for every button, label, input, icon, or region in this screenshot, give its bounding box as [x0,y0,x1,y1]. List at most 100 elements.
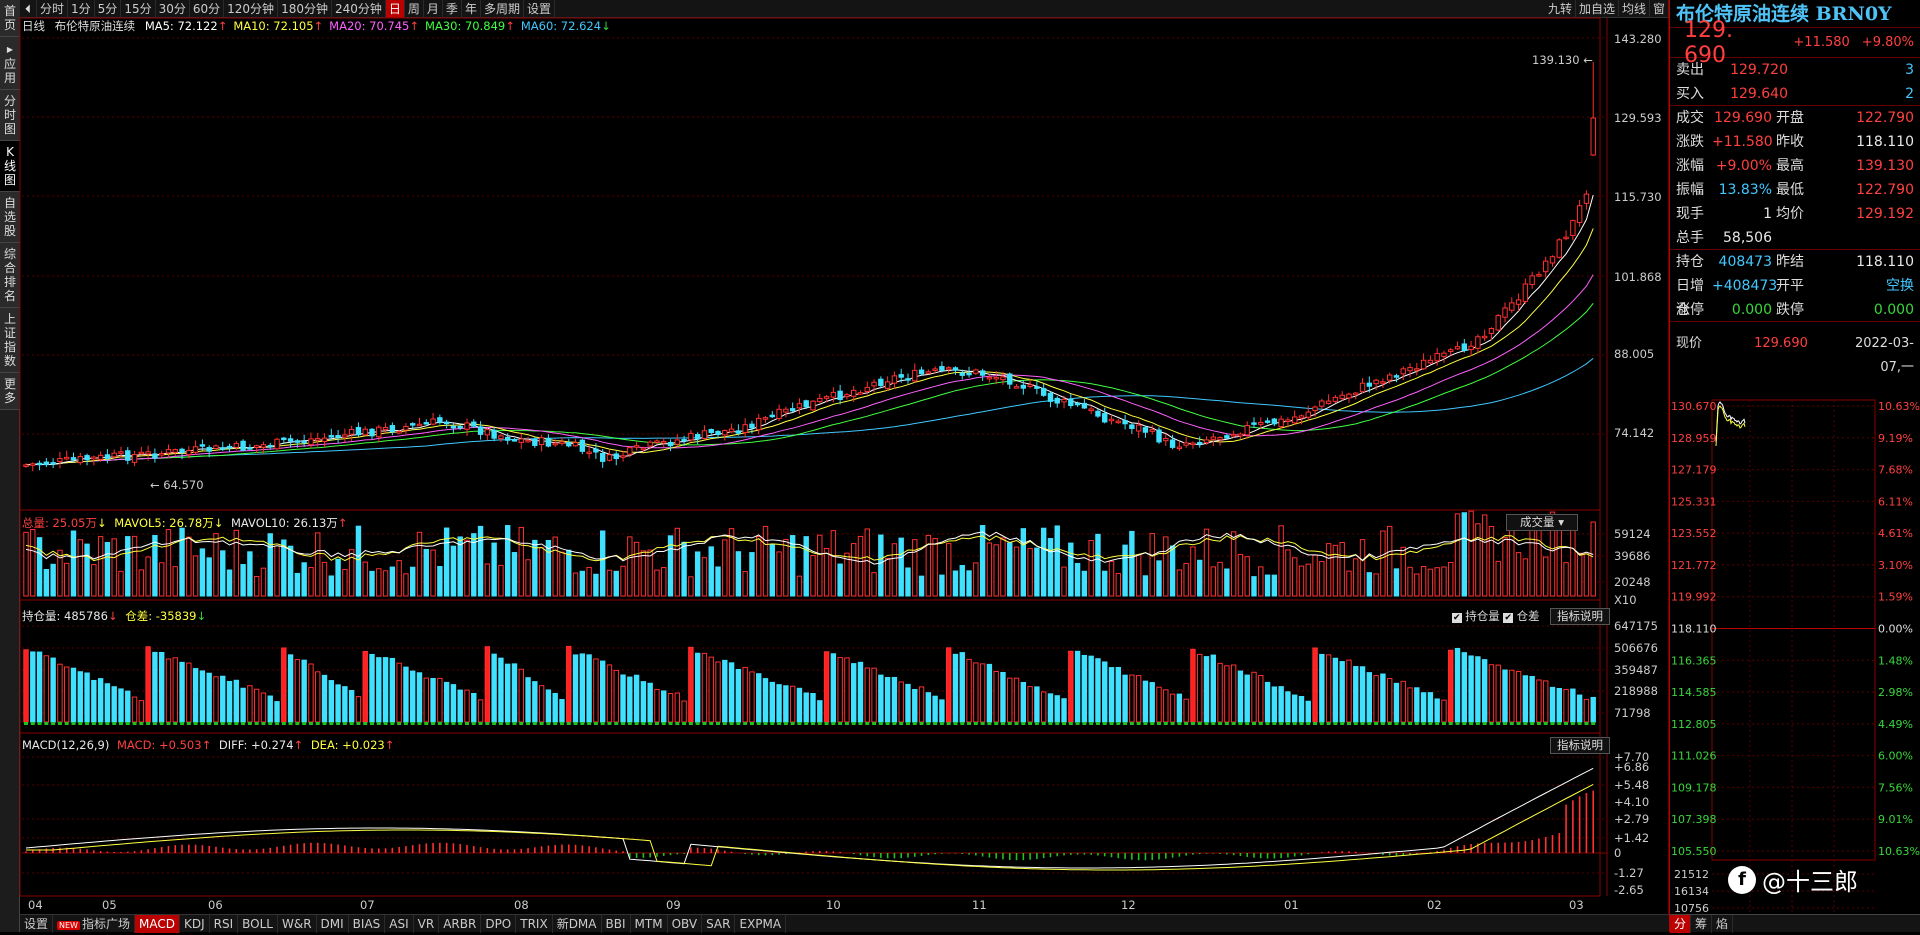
indicator-tab-4[interactable]: RSI [210,914,239,933]
y-tick: 59124 [1614,527,1651,541]
indicator-tab-11[interactable]: ARBR [439,914,482,933]
intraday-tab-1[interactable]: 筹 [1691,915,1713,933]
oi-bar [749,671,755,723]
oi-bar [1325,654,1332,723]
oi-bar [77,671,83,723]
indicator-tab-8[interactable]: BIAS [349,914,386,933]
indicator-tab-3[interactable]: KDJ [180,914,210,933]
indicator-tab-7[interactable]: DMI [317,914,349,933]
volume-bar [823,547,830,597]
indicator-tab-14[interactable]: 新DMA [553,914,602,933]
indicator-tab-9[interactable]: ASI [385,914,414,933]
intraday-price-tick: 123.552 [1671,527,1717,540]
intraday-pct-tick: 10.63% [1878,845,1920,858]
indicator-tab-13[interactable]: TRIX [516,914,553,933]
candle [1427,355,1434,365]
oi-bar [389,657,396,723]
oi-bar [1237,670,1244,723]
volume-bar [538,547,545,597]
candle [837,384,843,405]
volume-bar [1420,566,1427,597]
oi-bar [756,673,762,723]
macd-indicator-help-button[interactable]: 指标说明 [1550,737,1610,754]
intraday-price-tick: 128.959 [1671,432,1717,445]
volume-bar [1000,537,1006,597]
oi-bar [1190,648,1196,723]
volume-bar [362,561,368,597]
volume-bar [837,563,843,597]
intraday-tab-0[interactable]: 分 [1670,915,1692,933]
candle [274,437,280,451]
intraday-tab-2[interactable]: 焰 [1712,915,1734,933]
volume-bar [477,525,484,597]
volume-bar [525,559,531,597]
y-tick: 359487 [1614,663,1658,677]
indicator-tab-16[interactable]: MTM [631,914,668,933]
oi-bar [1529,675,1535,723]
volume-bar [118,570,124,597]
x-month-label: 08 [514,898,529,912]
volume-bar [966,570,972,597]
candle [1013,384,1020,389]
indicator-tab-2[interactable]: MACD [134,914,180,933]
oi-bar [1027,686,1033,723]
indicator-tab-18[interactable]: SAR [702,914,736,933]
oi-bar [878,674,884,723]
indicator-tab-15[interactable]: BBI [602,914,631,933]
chart-header: 日线 布伦特原油连续 MA5: 72.122↑ MA10: 72.105↑ MA20… [22,19,611,33]
volume-bar [504,525,511,597]
checkbox-oi[interactable]: ✔ [1452,613,1462,623]
volume-bar [1013,546,1020,597]
candle [566,438,572,448]
oi-bar [674,692,681,723]
oi-bar [762,678,769,723]
oi-bar [57,663,63,723]
oi-indicator-help-button[interactable]: 指标说明 [1550,608,1610,625]
oi-bar [125,690,131,723]
candle [484,427,491,441]
volume-bar [274,545,280,597]
candle [973,368,979,375]
volume-header: 总量: 25.05万↓ MAVOL5: 26.78万↓ MAVOL10: 26.… [22,516,348,530]
volume-bar [1108,560,1115,597]
oi-bar [667,693,674,723]
kline-chart[interactable] [0,0,1669,932]
oi-bar [599,660,606,723]
intraday-chart[interactable]: 130.670 10.63% 128.959 9.19% 127.179 7.68% 125… [1670,360,1920,930]
volume-bar [192,555,199,597]
indicator-tab-0[interactable]: 设置 [20,914,54,933]
indicator-tab-17[interactable]: OBV [668,914,703,933]
oi-bar [1400,680,1406,723]
x-month-label: 03 [1569,898,1584,912]
oi-bar [1414,687,1420,723]
volume-bar [1054,525,1060,597]
intraday-pct-tick: 4.61% [1878,527,1913,540]
oi-bar [728,662,735,723]
checkbox-diff[interactable]: ✔ [1503,613,1513,623]
watermark: f @十三郎 [1728,862,1858,897]
indicator-tab-19[interactable]: EXPMA [735,914,787,933]
volume-bar [905,567,911,597]
volume-bar [1197,559,1203,597]
indicator-tab-6[interactable]: W&R [278,914,317,933]
indicator-tab-12[interactable]: DPO [481,914,517,933]
low-label: ← 64.570 [150,478,204,492]
oi-bar [857,661,864,723]
indicator-tab-1[interactable]: NEW 指标广场 [53,914,135,933]
volume-bar [260,567,267,597]
candle [722,429,728,441]
oi-bar [1427,692,1434,723]
candle [1400,366,1406,380]
intraday-price-tick: 119.992 [1671,591,1717,604]
oi-bar [267,695,273,723]
candle [1441,350,1447,363]
volume-bar [606,569,613,597]
volume-bar [1163,536,1169,597]
oi-bar [1549,686,1556,723]
volume-indicator-dropdown[interactable]: 成交量 ▾ [1506,514,1578,531]
volume-bar [1156,560,1162,597]
indicator-tab-10[interactable]: VR [414,914,440,933]
volume-bar [851,543,857,597]
candle [1481,329,1488,341]
indicator-tab-5[interactable]: BOLL [238,914,278,933]
